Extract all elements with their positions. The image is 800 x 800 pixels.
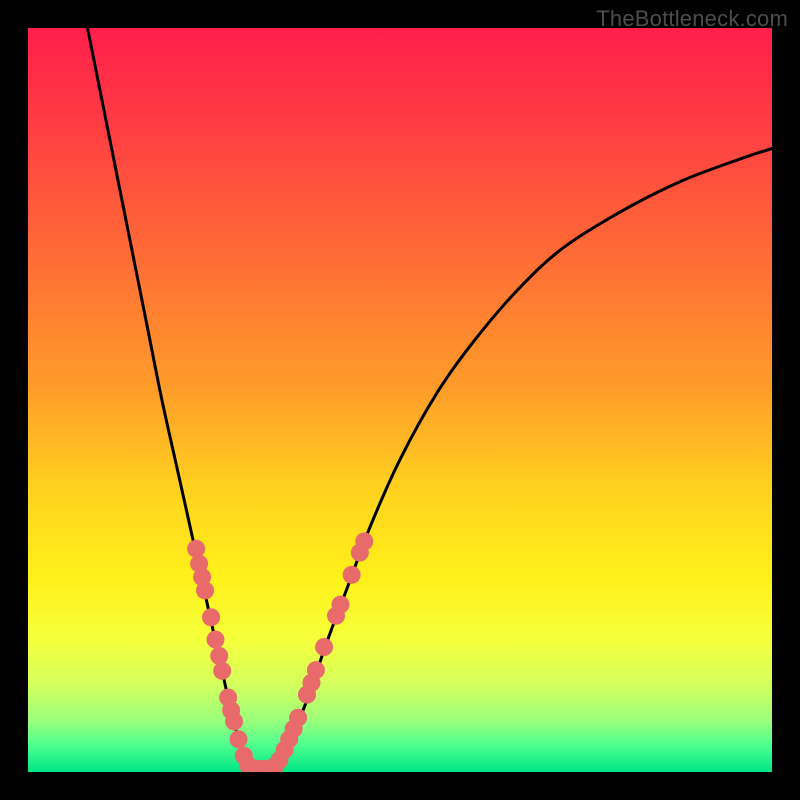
data-marker xyxy=(213,662,231,680)
data-marker xyxy=(343,566,361,584)
data-marker xyxy=(315,638,333,656)
data-marker xyxy=(289,709,307,727)
data-marker xyxy=(210,647,228,665)
data-marker xyxy=(196,581,214,599)
data-marker xyxy=(202,608,220,626)
chart-canvas xyxy=(28,28,772,772)
outer-frame: TheBottleneck.com xyxy=(0,0,800,800)
data-marker xyxy=(307,661,325,679)
data-marker xyxy=(331,596,349,614)
data-marker xyxy=(225,712,243,730)
data-marker xyxy=(230,730,248,748)
plot-area xyxy=(28,28,772,772)
gradient-background xyxy=(28,28,772,772)
data-marker xyxy=(187,540,205,558)
data-marker xyxy=(355,532,373,550)
data-marker xyxy=(206,631,224,649)
watermark-text: TheBottleneck.com xyxy=(596,6,788,32)
